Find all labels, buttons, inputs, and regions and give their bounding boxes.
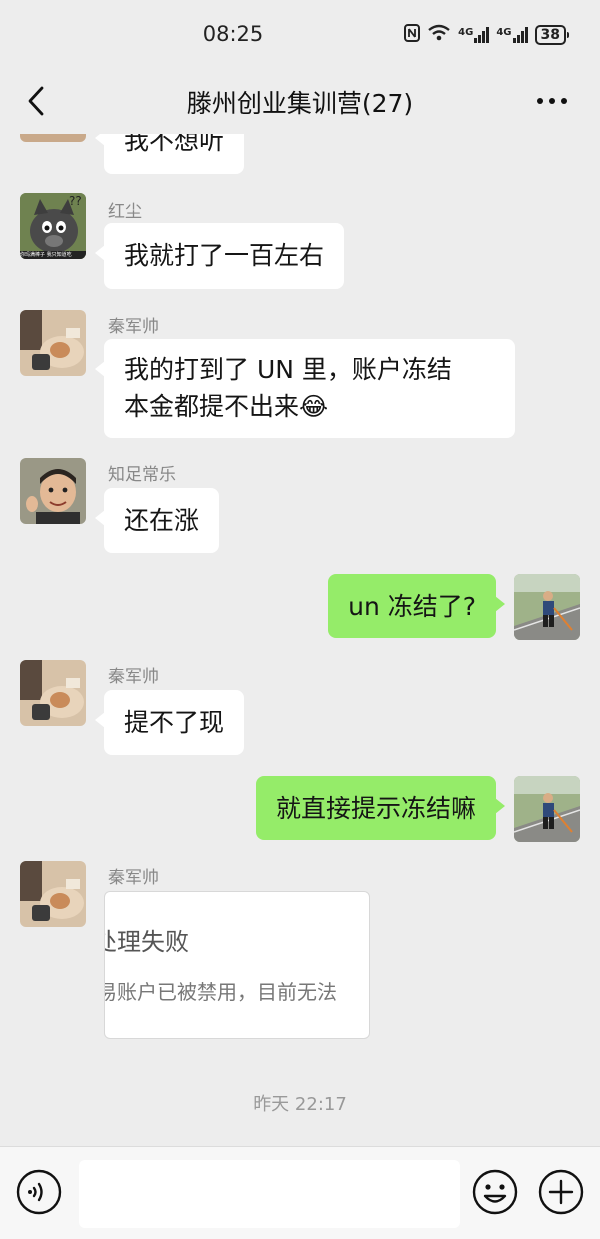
avatar-qinjunshuai[interactable]: [20, 861, 86, 927]
message-bubble[interactable]: 我的打到了 UN 里，账户冻结 本金都提不出来😂: [95, 339, 515, 438]
voice-button[interactable]: [16, 1169, 62, 1215]
chat-title: 滕州创业集训营(27): [186, 89, 414, 118]
cat-avatar-image: [20, 861, 86, 927]
signal-icon-2: 4G: [496, 26, 528, 43]
message-text: 提不了现: [124, 708, 225, 737]
nfc-icon: [404, 24, 421, 45]
message-text: 还在涨: [124, 506, 200, 535]
avatar-hongchen[interactable]: ?? 你玛满棒子 我只知道吃: [20, 193, 86, 259]
emoji-button[interactable]: [472, 1169, 518, 1215]
image-text-body: 易账户已被禁用，目前无法: [104, 980, 337, 1004]
message-text: 我就打了一百左右: [124, 241, 325, 270]
message-text: un 冻结了?: [348, 592, 476, 621]
message-text-line-1: 我的打到了 UN 里，账户冻结: [124, 355, 452, 384]
more-actions-button[interactable]: [538, 1169, 584, 1215]
sender-name: 秦军帅: [108, 667, 159, 687]
image-text-title: 处理失败: [105, 928, 189, 956]
message-text: 就直接提示冻结嘛: [275, 794, 476, 823]
status-bar: 08:25 4G 4G 38: [0, 0, 600, 70]
sender-name: 秦军帅: [108, 317, 159, 337]
network-label-1: 4G: [458, 26, 474, 38]
input-bar: [0, 1146, 600, 1239]
cat-avatar-image: [20, 660, 86, 726]
sender-name: 红尘: [108, 202, 142, 222]
timestamp: 昨天 22:17: [253, 1094, 347, 1115]
avatar-caption: 你玛满棒子 我只知道吃: [20, 252, 72, 258]
sender-name: 知足常乐: [108, 465, 176, 485]
message-input[interactable]: [79, 1160, 460, 1228]
cat-avatar-image: [20, 310, 86, 376]
avatar-self[interactable]: [514, 574, 580, 640]
network-label-2: 4G: [496, 26, 512, 38]
status-icons: 4G 4G 38: [404, 24, 570, 45]
avatar[interactable]: [20, 134, 86, 142]
status-time: 08:25: [202, 22, 264, 46]
wifi-icon: [427, 24, 451, 45]
message-bubble[interactable]: 还在涨: [94, 488, 220, 553]
message-bubble[interactable]: 我就打了一百左右: [94, 223, 345, 289]
image-message[interactable]: 处理失败 易账户已被禁用，目前无法: [104, 891, 370, 1039]
more-button[interactable]: [532, 84, 572, 118]
battery-icon: 38: [534, 24, 570, 45]
child-avatar-image: [20, 458, 86, 524]
message-list[interactable]: 我不想听 ?? 你玛满棒子 我只知道吃 红尘 我就打了一百左右 秦军帅 我的打到…: [0, 134, 600, 1146]
message-bubble[interactable]: 提不了现: [94, 690, 245, 755]
self-avatar-image: [514, 574, 580, 640]
avatar-self[interactable]: [514, 776, 580, 842]
message-bubble-self[interactable]: un 冻结了?: [328, 574, 505, 638]
signal-icon-1: 4G: [458, 26, 490, 43]
message-text: 我不想听: [124, 134, 225, 155]
emoji-icon: [472, 1169, 518, 1215]
avatar-qinjunshuai[interactable]: [20, 310, 86, 376]
avatar-qinjunshuai[interactable]: [20, 660, 86, 726]
svg-text:??: ??: [69, 194, 82, 208]
message-bubble[interactable]: 我不想听: [94, 134, 245, 174]
wolf-avatar-image: ??: [20, 193, 86, 259]
avatar-zhizuchangle[interactable]: [20, 458, 86, 524]
voice-icon: [16, 1169, 62, 1215]
more-dots-icon: [537, 98, 567, 104]
sender-name: 秦军帅: [108, 868, 159, 888]
message-bubble-self[interactable]: 就直接提示冻结嘛: [255, 776, 506, 840]
self-avatar-image: [514, 776, 580, 842]
plus-icon: [538, 1169, 584, 1215]
message-text-line-2: 本金都提不出来😂: [124, 392, 329, 421]
chat-header: 滕州创业集训营(27): [0, 70, 600, 134]
